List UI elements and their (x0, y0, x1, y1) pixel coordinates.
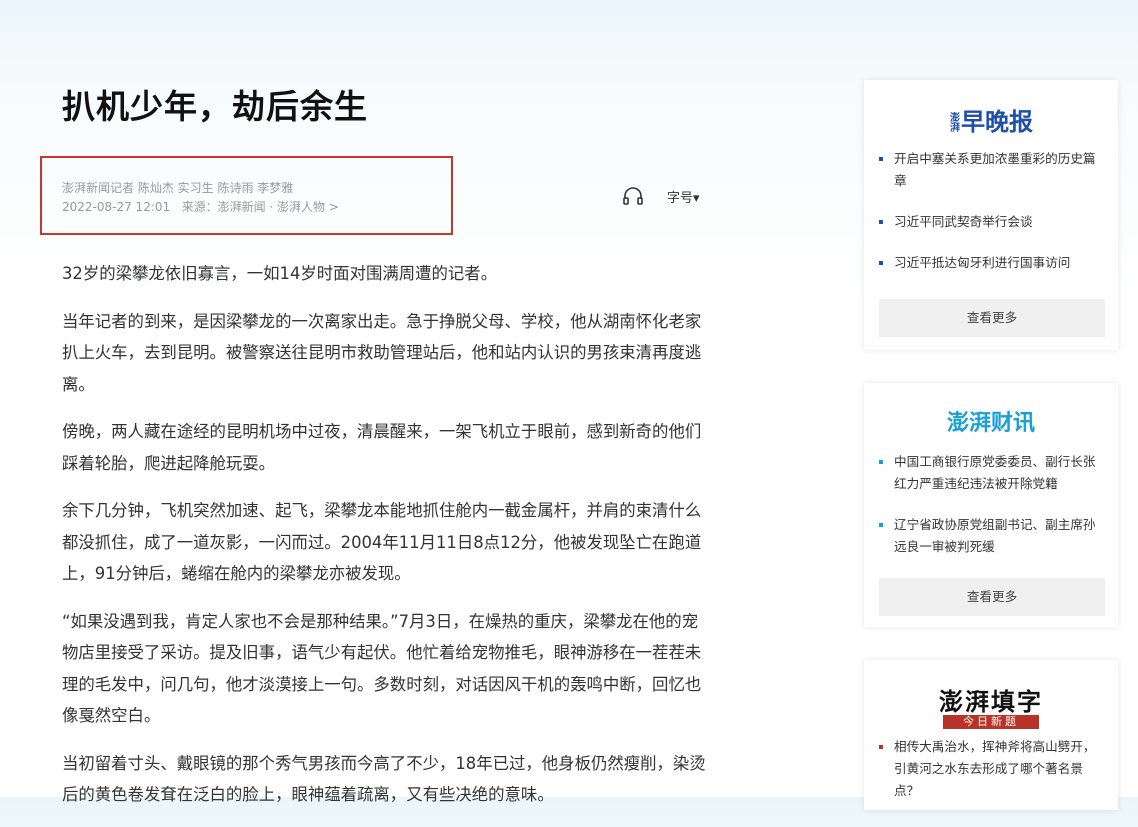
logo-subtitle: 今日新题 (943, 715, 1039, 729)
news-item[interactable]: 中国工商银行原党委委员、副行长张红力严重违纪违法被开除党籍 (878, 451, 1100, 495)
paragraph: 傍晚，两人藏在途经的昆明机场中过夜，清晨醒来，一架飞机立于眼前，感到新奇的他们踩… (62, 422, 702, 473)
paragraph: “如果没遇到我，肯定人家也不会是那种结果。”7月3日，在燥热的重庆，梁攀龙在他的… (62, 611, 702, 726)
crossword-card: 澎湃填字 今日新题 相传大禹治水，挥神斧将高山劈开，引黄河之水东去形成了哪个著名… (864, 660, 1118, 810)
paragraph: 32岁的梁攀龙依旧寡言，一如14岁时面对围满周遭的记者。 (62, 264, 498, 283)
news-item[interactable]: 相传大禹治水，挥神斧将高山劈开，引黄河之水东去形成了哪个著名景点？ (878, 736, 1100, 802)
paragraph: 当年记者的到来，是因梁攀龙的一次离家出走。急于挣脱父母、学校，他从湖南怀化老家扒… (62, 311, 702, 394)
news-list: 开启中塞关系更加浓墨重彩的历史篇章 习近平同武契奇举行会谈 习近平抵达匈牙利进行… (878, 148, 1100, 274)
date-source-line: 2022-08-27 12:01 来源：澎湃新闻 · 澎湃人物 > (62, 198, 339, 217)
news-item[interactable]: 习近平同武契奇举行会谈 (878, 211, 1100, 233)
article-title: 扒机少年，劫后余生 (62, 87, 368, 126)
news-list: 相传大禹治水，挥神斧将高山劈开，引黄河之水东去形成了哪个著名景点？ (878, 736, 1100, 802)
see-more-button[interactable]: 查看更多 (879, 299, 1105, 337)
source-link[interactable]: 来源：澎湃新闻 · 澎湃人物 > (182, 200, 339, 214)
author-line: 澎湃新闻记者 陈灿杰 实习生 陈诗雨 李梦雅 (62, 181, 294, 195)
logo-text: 早晚报 (961, 107, 1033, 136)
article-body: 32岁的梁攀龙依旧寡言，一如14岁时面对围满周遭的记者。 当年记者的到来，是因梁… (62, 258, 708, 827)
article: 扒机少年，劫后余生 (62, 84, 708, 130)
news-item[interactable]: 习近平抵达匈牙利进行国事访问 (878, 252, 1100, 274)
news-item[interactable]: 辽宁省政协原党组副书记、副主席孙远良一审被判死缓 (878, 514, 1100, 558)
logo-text: 澎湃填字 (939, 687, 1043, 716)
news-item[interactable]: 开启中塞关系更加浓墨重彩的历史篇章 (878, 148, 1100, 192)
logo-small-text: 澎湃 (950, 112, 960, 134)
morning-evening-logo[interactable]: 澎湃早晚报 (864, 102, 1118, 136)
font-size-button[interactable]: 字号▾ (667, 187, 700, 206)
morning-evening-news-card: 澎湃早晚报 开启中塞关系更加浓墨重彩的历史篇章 习近平同武契奇举行会谈 习近平抵… (864, 80, 1118, 350)
news-list: 中国工商银行原党委委员、副行长张红力严重违纪违法被开除党籍 辽宁省政协原党组副书… (878, 451, 1100, 558)
finance-news-card: 澎湃财讯 中国工商银行原党委委员、副行长张红力严重违纪违法被开除党籍 辽宁省政协… (864, 383, 1118, 627)
article-tools: 字号▾ (622, 185, 700, 207)
article-meta: 澎湃新闻记者 陈灿杰 实习生 陈诗雨 李梦雅 2022-08-27 12:01 … (62, 179, 339, 217)
paragraph: 当初留着寸头、戴眼镜的那个秀气男孩而今高了不少，18年已过，他身板仍然瘦削，染烫… (62, 753, 706, 805)
see-more-button[interactable]: 查看更多 (879, 578, 1105, 616)
finance-logo[interactable]: 澎湃财讯 (864, 405, 1118, 439)
publish-date: 2022-08-27 12:01 (62, 200, 171, 214)
headphones-icon[interactable] (622, 185, 644, 207)
crossword-logo[interactable]: 澎湃填字 今日新题 (864, 682, 1118, 729)
paragraph: 余下几分钟，飞机突然加速、起飞，梁攀龙本能地抓住舱内一截金属杆，并肩的束清什么都… (62, 501, 702, 583)
